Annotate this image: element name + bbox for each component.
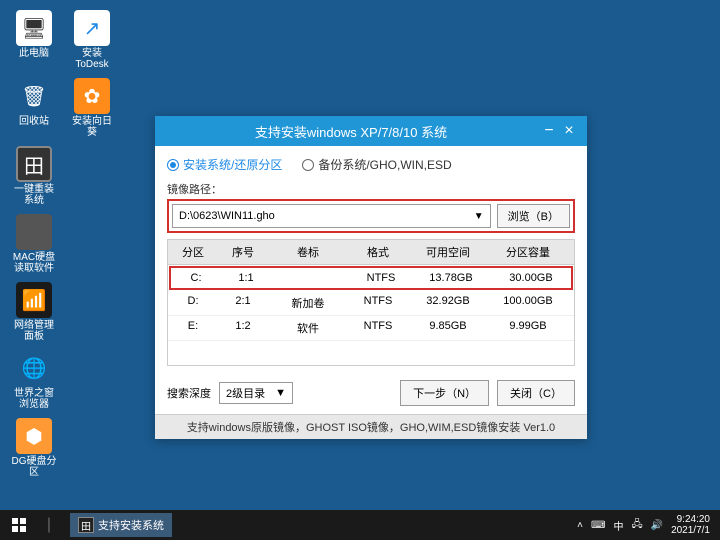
search-depth-dropdown[interactable]: 2级目录▼: [219, 382, 293, 404]
window-footer: 支持windows原版镜像，GHOST ISO镜像，GHO,WIM,ESD镜像安…: [155, 414, 587, 439]
taskbar: | 田 支持安装系统 ˄ ⌨ 中 🖧 🔊 9:24:20 2021/7/1: [0, 510, 720, 540]
dg-icon: ⬢: [16, 418, 52, 454]
minimize-button[interactable]: −: [539, 122, 559, 140]
globe-icon: 🌐: [16, 350, 52, 386]
pc-icon: 🖥: [16, 10, 52, 46]
network-tray-icon[interactable]: 🖧: [631, 517, 642, 534]
tray-up-icon[interactable]: ˄: [577, 520, 583, 531]
taskbar-app-installer[interactable]: 田 支持安装系统: [70, 513, 172, 537]
path-row-highlight: D:\0623\WIN11.gho ▼ 浏览（B）: [167, 199, 575, 233]
table-row[interactable]: C:1:1NTFS13.78GB30.00GB: [169, 266, 573, 290]
radio-backup[interactable]: 备份系统/GHO,WIN,ESD: [302, 156, 451, 173]
start-button[interactable]: [4, 512, 34, 538]
chevron-down-icon: ▼: [474, 211, 484, 222]
close-button[interactable]: ×: [559, 122, 579, 140]
todesk-icon: ↗: [74, 10, 110, 46]
desktop-icon-dg[interactable]: ⬢DG硬盘分区: [10, 418, 58, 478]
apple-icon: [16, 214, 52, 250]
desktop-icon-this-pc[interactable]: 🖥此电脑: [10, 10, 58, 70]
reinstall-icon: 田: [16, 146, 52, 182]
desktop-icon-sunflower[interactable]: ✿安装向日葵: [68, 78, 116, 138]
installer-window: 支持安装windows XP/7/8/10 系统 − × 安装系统/还原分区 备…: [155, 116, 587, 439]
taskbar-divider: |: [34, 512, 64, 538]
keyboard-icon[interactable]: ⌨: [591, 520, 605, 531]
radio-install-restore[interactable]: 安装系统/还原分区: [167, 156, 282, 173]
search-depth-label: 搜索深度: [167, 385, 211, 401]
recycle-icon: 🗑: [16, 78, 52, 114]
sunflower-icon: ✿: [74, 78, 110, 114]
windows-icon: [12, 518, 26, 532]
desktop-icon-network[interactable]: 📶网络管理面板: [10, 282, 58, 342]
desktop-icon-reinstall[interactable]: 田一键重装系统: [10, 146, 58, 206]
window-title: 支持安装windows XP/7/8/10 系统: [163, 122, 539, 141]
volume-icon[interactable]: 🔊: [651, 520, 663, 531]
radio-dot-icon: [302, 159, 314, 171]
desktop-icon-recycle[interactable]: 🗑回收站: [10, 78, 58, 138]
image-path-dropdown[interactable]: D:\0623\WIN11.gho ▼: [172, 204, 491, 228]
next-button[interactable]: 下一步（N）: [400, 380, 489, 406]
table-header: 分区 序号 卷标 格式 可用空间 分区容量: [168, 240, 574, 265]
clock[interactable]: 9:24:20 2021/7/1: [671, 514, 710, 536]
chinese-ime-icon[interactable]: 中: [613, 518, 623, 533]
desktop-icon-todesk[interactable]: ↗安装ToDesk: [68, 10, 116, 70]
desktop-icon-browser[interactable]: 🌐世界之窗浏览器: [10, 350, 58, 410]
network-icon: 📶: [16, 282, 52, 318]
titlebar[interactable]: 支持安装windows XP/7/8/10 系统 − ×: [155, 116, 587, 146]
partition-table: 分区 序号 卷标 格式 可用空间 分区容量 C:1:1NTFS13.78GB30…: [167, 239, 575, 366]
table-row[interactable]: D:2:1新加卷NTFS32.92GB100.00GB: [168, 291, 574, 316]
image-path-label: 镜像路径：: [167, 181, 575, 197]
radio-dot-icon: [167, 159, 179, 171]
desktop-icon-mac[interactable]: MAC硬盘读取软件: [10, 214, 58, 274]
desktop-icons: 🖥此电脑 ↗安装ToDesk 🗑回收站 ✿安装向日葵 田一键重装系统 MAC硬盘…: [10, 10, 116, 478]
close-window-button[interactable]: 关闭（C）: [497, 380, 575, 406]
browse-button[interactable]: 浏览（B）: [497, 204, 570, 228]
table-row[interactable]: E:1:2软件NTFS9.85GB9.99GB: [168, 316, 574, 341]
system-tray: ˄ ⌨ 中 🖧 🔊 9:24:20 2021/7/1: [577, 514, 716, 536]
chevron-down-icon: ▼: [275, 387, 286, 399]
app-icon: 田: [78, 517, 94, 533]
